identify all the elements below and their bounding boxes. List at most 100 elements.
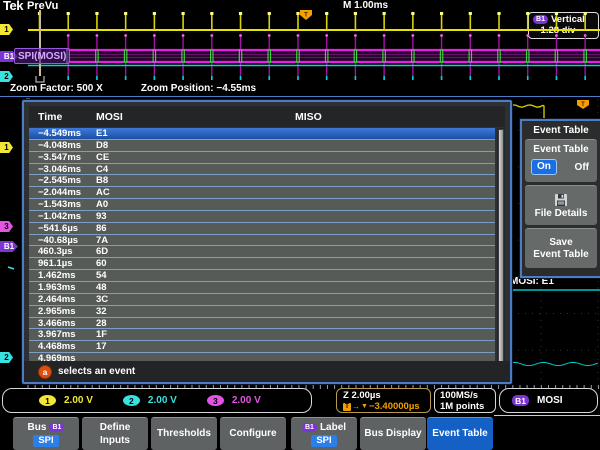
bus-label: SPI(MOSI) bbox=[14, 48, 71, 64]
cell-mosi: D8 bbox=[96, 139, 109, 151]
scrollbar-thumb[interactable] bbox=[499, 130, 503, 363]
bus-b1-badge: B1 bbox=[301, 423, 317, 432]
triangle-down-icon: ▼ bbox=[361, 403, 368, 410]
table-row[interactable]: −2.044ms AC bbox=[29, 187, 495, 200]
sample-rate-readout: 100MS/s bbox=[440, 390, 479, 401]
table-row[interactable]: 3.466ms 28 bbox=[29, 317, 495, 330]
cell-mosi: AC bbox=[96, 187, 110, 199]
table-row[interactable]: −40.68µs 7A bbox=[29, 234, 495, 247]
channel-1-readout: 1 2.00 V bbox=[39, 395, 93, 406]
oscilloscope-screen: Tek PreVu M 1.00ms B1 Vertical −1.28 div… bbox=[0, 0, 600, 450]
cell-time: 3.466ms bbox=[38, 317, 76, 329]
cell-time: −3.547ms bbox=[38, 151, 82, 163]
main-waveform: T bbox=[28, 10, 600, 83]
configure-label: Configure bbox=[229, 428, 277, 439]
cell-time: −40.68µs bbox=[38, 234, 79, 246]
svg-text:T: T bbox=[304, 13, 308, 19]
cell-time: 961.1µs bbox=[38, 258, 73, 270]
cell-time: 4.468ms bbox=[38, 341, 76, 353]
record-length-readout: 1M points bbox=[440, 401, 485, 412]
arrow-right-icon: → bbox=[352, 402, 360, 411]
bottom-divider-line bbox=[494, 415, 600, 416]
table-row[interactable]: 1.963ms 48 bbox=[29, 281, 495, 294]
save-label-line1: Save bbox=[549, 236, 573, 248]
menu-define-inputs-button[interactable]: Define Inputs bbox=[82, 417, 148, 450]
channel-3-scale: 2.00 V bbox=[231, 395, 261, 406]
channel-1-badge: 1 bbox=[39, 395, 56, 406]
cell-mosi: 93 bbox=[96, 210, 107, 222]
channel-1-scale: 2.00 V bbox=[64, 395, 93, 406]
define-line2: Inputs bbox=[100, 434, 130, 446]
zoom-timebase-box: Z 2.00µs T → ▼ −3.40000µs bbox=[336, 388, 431, 413]
cell-mosi: 1F bbox=[96, 329, 108, 341]
event-table-window: Time MOSI MISO −4.549ms E1 −4.048ms D8 −3.54… bbox=[22, 100, 512, 384]
cell-mosi: 28 bbox=[96, 317, 107, 329]
table-row[interactable]: −2.545ms B8 bbox=[29, 175, 495, 188]
trigger-delay-readout: −3.40000µs bbox=[368, 401, 420, 412]
zoom-status-bar: Zoom Factor: 500 X Zoom Position: −4.55m… bbox=[10, 83, 256, 94]
cell-time: −3.046ms bbox=[38, 163, 82, 175]
column-mosi: MOSI bbox=[96, 110, 123, 123]
zoom-position: Zoom Position: −4.55ms bbox=[140, 83, 257, 94]
table-row[interactable]: 460.3µs 6D bbox=[29, 246, 495, 259]
menu-configure-button[interactable]: Configure bbox=[220, 417, 286, 450]
cell-time: −2.545ms bbox=[38, 175, 82, 187]
table-row[interactable]: 961.1µs 60 bbox=[29, 258, 495, 271]
file-details-label: File Details bbox=[534, 207, 588, 219]
table-row[interactable]: 2.464ms 3C bbox=[29, 293, 495, 306]
toggle-on[interactable]: On bbox=[531, 159, 557, 175]
side-menu-title: Event Table bbox=[533, 124, 589, 136]
channel-2-readout: 2 2.00 V bbox=[122, 395, 177, 406]
bus-b1-badge: B1 bbox=[49, 423, 65, 432]
menu-bus-display-button[interactable]: Bus Display bbox=[360, 417, 426, 450]
bus-type-chip: SPI bbox=[33, 434, 59, 447]
channel-readouts-box: 1 2.00 V 2 2.00 V 3 2.00 V bbox=[2, 388, 312, 413]
cell-mosi: 3C bbox=[96, 293, 109, 305]
cell-mosi: CE bbox=[96, 151, 110, 163]
menu-label-button[interactable]: B1 Label SPI bbox=[291, 417, 357, 450]
toggle-off[interactable]: Off bbox=[575, 162, 589, 173]
side-menu: Event Table Event Table On Off File Deta… bbox=[520, 119, 600, 278]
cell-mosi: C4 bbox=[96, 163, 109, 175]
toggle-label: Event Table bbox=[533, 144, 589, 155]
cell-mosi: 60 bbox=[96, 258, 107, 270]
cell-time: 3.967ms bbox=[38, 329, 76, 341]
cell-time: 460.3µs bbox=[38, 246, 73, 258]
label-button-label: Label bbox=[319, 421, 347, 433]
table-row[interactable]: −1.543ms A0 bbox=[29, 199, 495, 211]
column-miso: MISO bbox=[295, 110, 322, 123]
table-row[interactable]: −4.549ms E1 bbox=[29, 128, 495, 140]
cell-time: −1.042ms bbox=[38, 210, 82, 222]
table-row[interactable]: −541.6µs 86 bbox=[29, 222, 495, 235]
table-row[interactable]: −4.048ms D8 bbox=[29, 139, 495, 152]
cell-time: 1.462ms bbox=[38, 270, 76, 282]
table-row[interactable]: −3.547ms CE bbox=[29, 151, 495, 164]
save-event-table-button[interactable]: Save Event Table bbox=[525, 228, 597, 268]
cell-mosi: 48 bbox=[96, 281, 107, 293]
cell-mosi: B8 bbox=[96, 175, 109, 187]
table-row[interactable]: 3.967ms 1F bbox=[29, 329, 495, 342]
event-table-footer: a selects an event bbox=[24, 361, 510, 382]
cell-mosi: 32 bbox=[96, 305, 107, 317]
cell-time: −4.048ms bbox=[38, 139, 82, 151]
menu-bus-button[interactable]: Bus B1 SPI bbox=[13, 417, 79, 450]
file-details-button[interactable]: File Details bbox=[525, 185, 597, 225]
define-line1: Define bbox=[99, 421, 131, 433]
menu-thresholds-button[interactable]: Thresholds bbox=[151, 417, 217, 450]
cell-mosi: A0 bbox=[96, 199, 109, 211]
bus-name-readout: MOSI bbox=[537, 395, 563, 406]
table-row[interactable]: −1.042ms 93 bbox=[29, 210, 495, 223]
cell-mosi: 17 bbox=[96, 341, 107, 353]
channel-2-badge: 2 bbox=[122, 395, 140, 406]
table-row[interactable]: 1.462ms 54 bbox=[29, 270, 495, 282]
event-table-scrollbar[interactable] bbox=[497, 128, 505, 365]
table-row[interactable]: 4.468ms 17 bbox=[29, 341, 495, 354]
channel-3-readout: 3 2.00 V bbox=[206, 395, 261, 406]
event-table-toggle-button[interactable]: Event Table On Off bbox=[525, 139, 597, 182]
cell-time: 1.963ms bbox=[38, 281, 76, 293]
table-row[interactable]: −3.046ms C4 bbox=[29, 163, 495, 176]
menu-event-table-button[interactable]: Event Table bbox=[427, 417, 493, 450]
footer-hint: selects an event bbox=[58, 366, 136, 377]
label-value-chip: SPI bbox=[311, 434, 337, 447]
table-row[interactable]: 2.965ms 32 bbox=[29, 305, 495, 318]
